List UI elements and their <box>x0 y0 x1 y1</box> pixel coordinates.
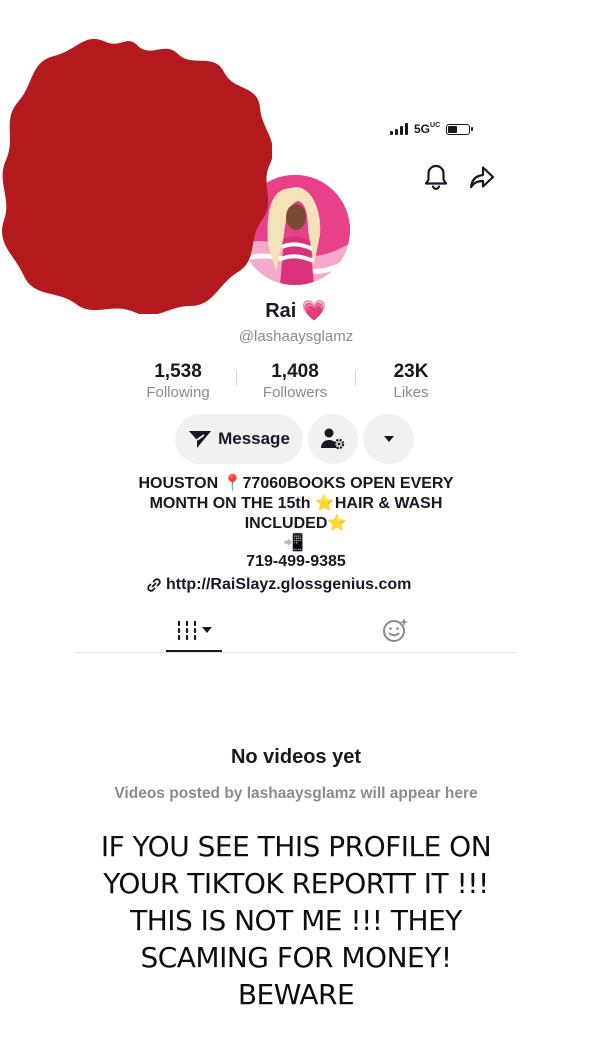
bio-line: INCLUDED⭐ <box>244 515 348 532</box>
empty-state-title: No videos yet <box>230 746 362 768</box>
username: @lashaaysglamz <box>238 328 354 345</box>
profile-link-text: http://RaiSlayz.glossgenius.com <box>166 576 412 593</box>
phone-number: 719-499-9385 <box>246 553 346 570</box>
message-button-label: Message <box>218 429 290 448</box>
caret-down-icon <box>202 627 212 633</box>
send-icon <box>189 431 212 448</box>
bio-line: MONTH ON THE 15th ⭐HAIR & WASH <box>149 495 443 512</box>
warning-line: IF YOU SEE THIS PROFILE ON <box>100 830 492 863</box>
stat-likes[interactable]: 23K Likes <box>380 361 442 401</box>
display-name: Rai 💗 <box>265 300 327 322</box>
warning-line: YOUR TIKTOK REPORTT IT !!! <box>103 867 489 900</box>
status-bar: 5GUC <box>390 120 474 138</box>
bio: HOUSTON 📍77060BOOKS OPEN EVERY MONTH ON … <box>100 474 492 534</box>
stat-divider <box>355 370 356 386</box>
stat-following[interactable]: 1,538 Following <box>140 361 216 401</box>
signal-icon <box>390 123 408 135</box>
profile-link[interactable]: http://RaiSlayz.glossgenius.com <box>146 576 411 594</box>
battery-icon <box>446 123 474 135</box>
warning-line: SCAMING FOR MONEY! <box>140 941 452 974</box>
red-seal-overlay <box>2 39 272 314</box>
message-button[interactable]: Message <box>175 414 303 464</box>
warning-line: BEWARE <box>237 978 355 1011</box>
grid-videos-icon <box>177 620 197 640</box>
person-gear-icon <box>321 428 345 450</box>
notification-bell-icon[interactable] <box>421 162 451 192</box>
warning-overlay-text: IF YOU SEE THIS PROFILE ON YOUR TIKTOK R… <box>60 828 532 1013</box>
tab-bar-divider <box>74 652 516 653</box>
caret-down-icon <box>383 436 394 442</box>
phone-emoji-icon: 📲 <box>283 533 305 552</box>
stat-followers[interactable]: 1,408 Followers <box>254 361 336 401</box>
stat-divider <box>236 370 237 386</box>
liked-videos-icon <box>383 618 408 642</box>
add-friend-button[interactable] <box>308 414 358 464</box>
tab-liked[interactable] <box>381 616 409 644</box>
link-icon <box>147 578 161 592</box>
heart-emoji-icon: 💗 <box>301 300 327 322</box>
tab-videos[interactable] <box>176 618 216 642</box>
share-icon[interactable] <box>467 162 497 192</box>
network-label: 5GUC <box>414 122 441 136</box>
more-dropdown-button[interactable] <box>363 414 414 464</box>
bio-line: HOUSTON 📍77060BOOKS OPEN EVERY <box>138 475 454 492</box>
empty-state-subtitle: Videos posted by lashaaysglamz will appe… <box>114 785 478 802</box>
warning-line: THIS IS NOT ME !!! THEY <box>130 904 462 937</box>
